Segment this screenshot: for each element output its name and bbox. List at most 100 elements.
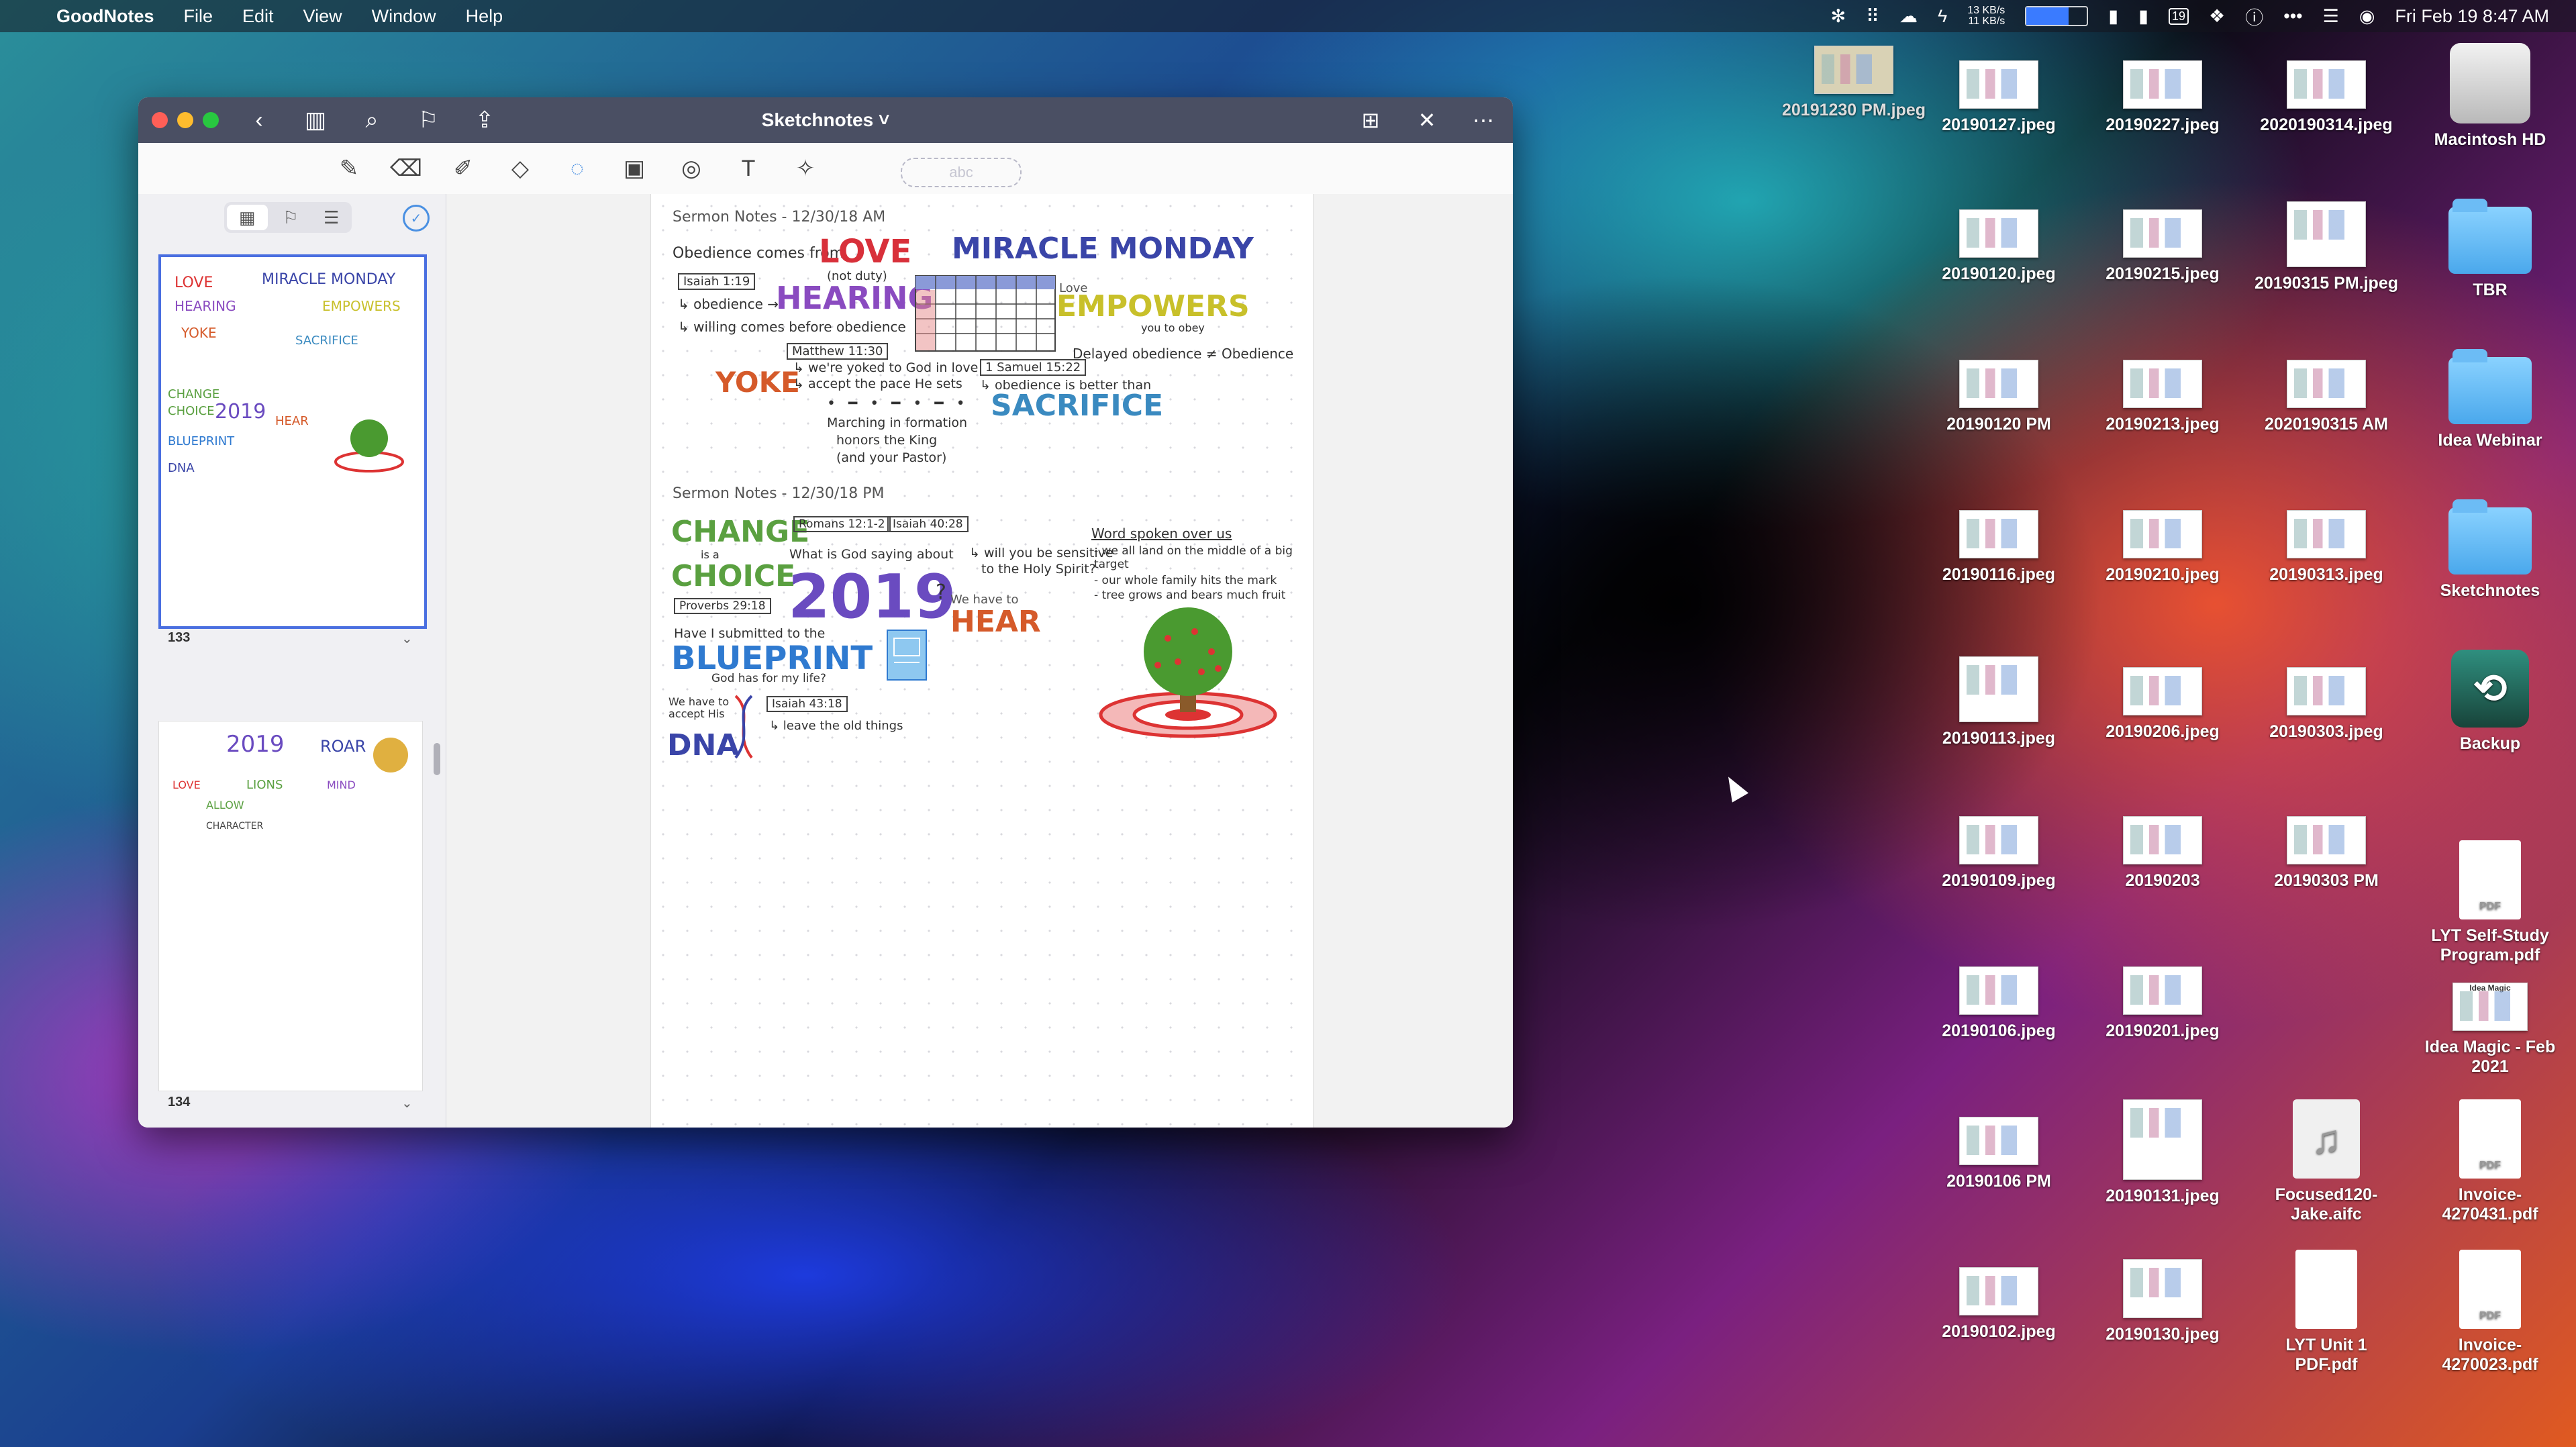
pdf-file-icon[interactable]: PDF Invoice-4270431.pdf [2416,1099,2564,1224]
desktop-file-icon[interactable]: 20190120 PM [1925,360,2073,434]
desktop-file-icon[interactable]: 20190303 PM [2252,816,2400,891]
notebook-page[interactable]: Sermon Notes - 12/30/18 AM Obedience com… [650,194,1314,1128]
desktop-file-icon[interactable]: 20190120.jpeg [1925,209,2073,284]
back-icon[interactable]: ‹ [246,107,273,134]
menu-edit[interactable]: Edit [242,6,274,27]
minimize-window-button[interactable] [177,112,193,128]
share-icon[interactable]: ⇪ [471,107,498,134]
status-app-icon[interactable]: ✻ [1831,6,1846,27]
pdf-file-icon[interactable]: LYT Unit 1 PDF.pdf [2252,1250,2400,1375]
desktop-file-icon[interactable]: 20190131.jpeg [2089,1099,2236,1206]
pdf-file-icon[interactable]: Idea Magic Idea Magic - Feb 2021 [2416,983,2564,1077]
desktop-file-icon[interactable]: 20190315 PM.jpeg [2252,201,2400,293]
desktop-file-icon[interactable]: 20190106 PM [1925,1117,2073,1191]
desktop-file-icon[interactable]: 20190113.jpeg [1925,656,2073,748]
control-center-icon[interactable]: ☰ [2323,6,2339,27]
page-thumbnail-133[interactable]: MIRACLE MONDAY LOVE HEARING EMPOWERS YOK… [158,254,427,629]
siri-icon[interactable]: ◉ [2359,6,2375,27]
folder-icon[interactable]: Idea Webinar [2416,349,2564,450]
folder-icon[interactable]: TBR [2416,199,2564,300]
eraser-tool-icon[interactable]: ⌫ [390,154,422,183]
text-box-preview[interactable]: abc [901,158,1022,187]
search-icon[interactable]: ⌕ [358,107,385,134]
backup-app-icon[interactable]: ⟲ Backup [2416,650,2564,754]
dropbox-icon[interactable]: ❖ [2209,6,2225,27]
cloud-icon[interactable]: ☁ [1899,6,1918,27]
cpu-meter[interactable] [2025,6,2089,26]
one-password-icon[interactable]: ⓘ [2245,3,2263,30]
select-pages-icon[interactable]: ✓ [403,205,430,232]
audio-file-icon[interactable]: ♫ Focused120-Jake.aifc [2252,1099,2400,1224]
desktop-file-icon[interactable]: 2020190315 AM [2252,360,2400,434]
close-window-button[interactable] [152,112,168,128]
pdf-file-icon[interactable]: PDF Invoice-4270023.pdf [2416,1250,2564,1375]
menu-view[interactable]: View [303,6,342,27]
page-menu-chevron-icon[interactable]: ⌄ [401,1095,413,1111]
memory-status-icon[interactable]: ▮ [2108,6,2118,27]
title-bar: ‹ ▥ ⌕ ⚐ ⇪ Sketchnotes ˅ ⊞ ✕ ⋯ [138,97,1513,143]
datetime[interactable]: Fri Feb 19 8:47 AM [2395,6,2549,27]
page-number-133: 133 [168,630,191,645]
desktop-file-icon[interactable]: 20190201.jpeg [2089,966,2236,1041]
more-options-icon[interactable]: ⋯ [1470,107,1497,134]
desktop-file-icon[interactable]: 20190109.jpeg [1925,816,2073,891]
calendar-icon[interactable]: 19 [2169,7,2189,25]
camera-tool-icon[interactable]: ◎ [675,154,707,183]
cpu-status-icon[interactable]: ▮ [2138,6,2148,27]
desktop-file-icon[interactable]: 20190227.jpeg [2089,60,2236,135]
highlighter-tool-icon[interactable]: ✐ [447,154,479,183]
page-thumbnail-134[interactable]: 2019 ROAR LOVE LIONS ALLOW CHARACTER MIN… [158,721,423,1091]
svg-text:CHANGE: CHANGE [168,387,219,401]
desktop-file-icon[interactable]: 20190215.jpeg [2089,209,2236,284]
desktop-file-icon[interactable]: 20190106.jpeg [1925,966,2073,1041]
macintosh-hd-drive-icon[interactable]: Macintosh HD [2416,43,2564,150]
lasso-tool-icon[interactable]: ◌ [561,154,593,183]
grid-status-icon[interactable]: ⠿ [1866,6,1879,27]
note-text: Have I submitted to the [674,626,826,641]
app-menu[interactable]: GoodNotes [56,6,154,27]
thumbnails-view-icon[interactable]: ▦ [227,205,268,230]
menu-window[interactable]: Window [372,6,436,27]
desktop-file-icon[interactable]: 20190303.jpeg [2252,667,2400,742]
bookmarks-view-icon[interactable]: ⚐ [270,202,311,233]
more-icon[interactable]: ••• [2283,6,2302,27]
network-stats[interactable]: 13 KB/s 11 KB/s [1967,5,2005,27]
menu-file[interactable]: File [184,6,213,27]
bolt-status-icon[interactable]: ϟ [1938,6,1947,27]
desktop-file-icon[interactable]: 20190203 [2089,816,2236,891]
add-page-icon[interactable]: ⊞ [1357,107,1384,134]
desktop-file-icon[interactable]: 20190130.jpeg [2089,1259,2236,1344]
folder-icon[interactable]: Sketchnotes [2416,499,2564,601]
desktop-file-icon[interactable]: 2020190314.jpeg [2252,60,2400,135]
pen-tool-icon[interactable]: ✎ [333,154,365,183]
verse-box: Isaiah 1:19 [678,273,756,290]
outline-view-icon[interactable]: ☰ [311,202,352,233]
svg-text:EMPOWERS: EMPOWERS [322,298,401,314]
desktop-file-icon[interactable]: 20190210.jpeg [2089,510,2236,585]
note-text: you to obey [1141,321,1205,334]
shapes-tool-icon[interactable]: ◇ [504,154,536,183]
text-tool-icon[interactable]: T [732,154,764,183]
desktop-file-icon[interactable]: 20191230 PM.jpeg [1780,46,1928,120]
bookmark-icon[interactable]: ⚐ [415,107,442,134]
desktop-file-icon[interactable]: 20190213.jpeg [2089,360,2236,434]
document-canvas[interactable]: Sermon Notes - 12/30/18 AM Obedience com… [446,194,1513,1128]
sidebar-view-switch: ▦ ⚐ ☰ [224,202,352,233]
image-tool-icon[interactable]: ▣ [618,154,650,183]
dna-helix-sketch [734,695,753,759]
sidebar-resize-handle[interactable] [434,743,440,775]
close-document-icon[interactable]: ✕ [1414,107,1440,134]
calendar-sketch [915,275,1056,352]
zoom-window-button[interactable] [203,112,219,128]
note-text: We have to accept His [668,695,730,720]
page-menu-chevron-icon[interactable]: ⌄ [401,630,413,647]
menu-help[interactable]: Help [466,6,503,27]
desktop-file-icon[interactable]: 20190313.jpeg [2252,510,2400,585]
sidebar-toggle-icon[interactable]: ▥ [302,107,329,134]
desktop-file-icon[interactable]: 20190206.jpeg [2089,667,2236,742]
laser-pointer-icon[interactable]: ✧ [789,154,822,183]
desktop-file-icon[interactable]: 20190102.jpeg [1925,1267,2073,1342]
desktop-file-icon[interactable]: 20190116.jpeg [1925,510,2073,585]
pdf-file-icon[interactable]: PDF LYT Self-Study Program.pdf [2416,840,2564,965]
desktop-file-icon[interactable]: 20190127.jpeg [1925,60,2073,135]
